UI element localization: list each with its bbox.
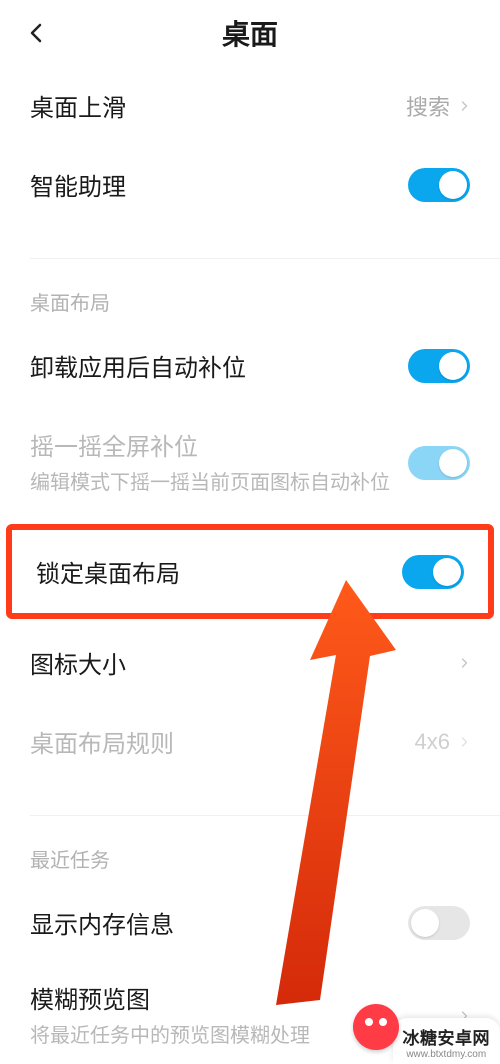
toggle-assistant[interactable] [408, 168, 470, 202]
toggle-lock-layout[interactable] [402, 555, 464, 589]
row-swipe-up[interactable]: 桌面上滑 搜索 [0, 66, 500, 145]
toggle-knob [411, 909, 439, 937]
toggle-knob [439, 352, 467, 380]
watermark-url: www.btxtdmy.com [406, 1049, 486, 1060]
chevron-left-icon [25, 21, 49, 45]
watermark-pill: 冰糖安卓网 www.btxtdmy.com [393, 1018, 500, 1064]
row-label: 桌面上滑 [30, 88, 126, 123]
row-label: 卸载应用后自动补位 [30, 348, 246, 383]
chevron-right-icon [458, 653, 470, 673]
row-label: 图标大小 [30, 645, 126, 680]
row-label: 显示内存信息 [30, 905, 174, 940]
section-header-recent: 最近任务 [0, 816, 500, 883]
back-button[interactable] [22, 18, 52, 48]
row-label: 摇一摇全屏补位 [30, 427, 392, 462]
top-bar: 桌面 [0, 0, 500, 66]
toggle-auto-fill[interactable] [408, 349, 470, 383]
mascot-icon [353, 1004, 399, 1050]
chevron-right-icon [458, 732, 470, 752]
watermark: 冰糖安卓网 www.btxtdmy.com [353, 1004, 500, 1064]
row-value: 4x6 [415, 729, 450, 755]
row-right [458, 653, 470, 673]
settings-list: 桌面上滑 搜索 智能助理 桌面布局 卸载应用后自动补位 摇一摇全屏补位 编辑模式… [0, 66, 500, 1064]
highlight-lock-layout: 锁定桌面布局 [6, 524, 494, 619]
settings-screen: 桌面 桌面上滑 搜索 智能助理 桌面布局 卸载应用后自动补位 摇一摇全屏补位 编… [0, 0, 500, 1064]
row-value: 搜索 [406, 90, 450, 122]
page-title: 桌面 [222, 13, 278, 53]
row-assistant[interactable]: 智能助理 [0, 145, 500, 224]
section-header-layout: 桌面布局 [0, 259, 500, 326]
toggle-mem-info[interactable] [408, 906, 470, 940]
row-icon-size[interactable]: 图标大小 [0, 623, 500, 702]
row-lock-layout[interactable]: 锁定桌面布局 [12, 530, 488, 613]
toggle-knob [433, 558, 461, 586]
row-label: 锁定桌面布局 [36, 554, 180, 589]
row-right: 搜索 [406, 90, 470, 122]
row-right: 4x6 [415, 729, 470, 755]
toggle-shake-fill [408, 446, 470, 480]
row-auto-fill[interactable]: 卸载应用后自动补位 [0, 326, 500, 405]
watermark-text: 冰糖安卓网 [403, 1024, 491, 1049]
chevron-right-icon [458, 96, 470, 116]
row-layout-rule: 桌面布局规则 4x6 [0, 702, 500, 781]
toggle-knob [439, 449, 467, 477]
toggle-knob [439, 171, 467, 199]
row-label: 桌面布局规则 [30, 724, 174, 759]
row-shake-fill: 摇一摇全屏补位 编辑模式下摇一摇当前页面图标自动补位 [0, 405, 500, 520]
row-label: 智能助理 [30, 167, 126, 202]
row-mem-info[interactable]: 显示内存信息 [0, 883, 500, 962]
row-sub: 编辑模式下摇一摇当前页面图标自动补位 [30, 468, 392, 498]
